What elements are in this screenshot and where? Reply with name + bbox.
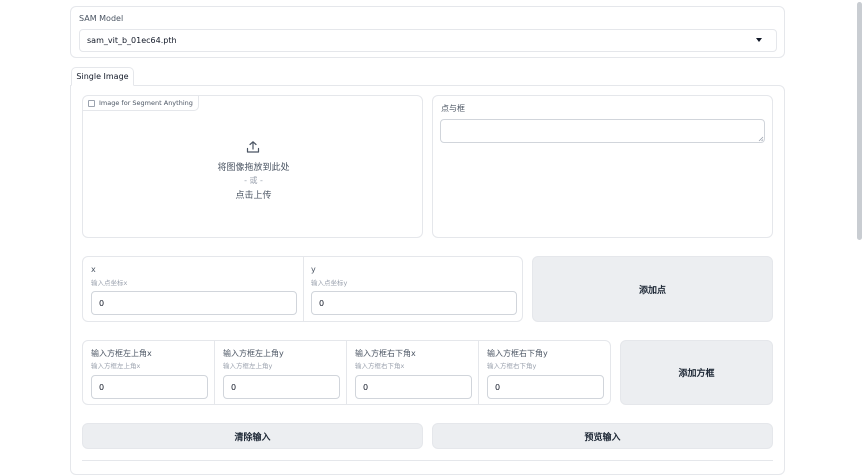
box-top-left-y-hint: 输入方框左上角y — [223, 362, 273, 370]
model-dropdown[interactable]: sam_vit_b_01ec64.pth — [79, 29, 777, 52]
box-top-left-y-input[interactable]: 0 — [223, 375, 340, 399]
box-bottom-right-x-label: 输入方框右下角x — [355, 349, 416, 358]
model-selected-value: sam_vit_b_01ec64.pth — [87, 36, 177, 45]
box-divider-1 — [214, 341, 215, 404]
resize-handle-icon[interactable] — [758, 136, 764, 142]
image-upload-area[interactable]: Image for Segment Anything 将图像拖放到此处 - 或 … — [82, 95, 423, 238]
model-panel: SAM Model sam_vit_b_01ec64.pth — [70, 6, 785, 58]
upload-click-text: 点击上传 — [235, 191, 272, 201]
box-top-left-x-hint: 输入方框左上角x — [91, 362, 141, 370]
chevron-down-icon[interactable] — [756, 38, 762, 42]
upload-or-text: - 或 - — [244, 176, 263, 185]
box-divider-3 — [478, 341, 479, 404]
preview-input-button[interactable]: 预览输入 — [432, 423, 773, 449]
point-x-hint: 输入点坐标x — [91, 279, 128, 287]
point-divider — [303, 257, 304, 321]
points-boxes-label: 点与框 — [441, 104, 465, 113]
point-inputs-block: x 输入点坐标x 0 y 输入点坐标y 0 — [82, 256, 523, 322]
point-y-input[interactable]: 0 — [311, 291, 517, 315]
upload-drop-text: 将图像拖放到此处 — [217, 163, 290, 173]
point-y-label: y — [311, 265, 316, 274]
box-top-left-y-label: 输入方框左上角y — [223, 349, 284, 358]
model-label: SAM Model — [79, 14, 124, 23]
box-bottom-right-x-input[interactable]: 0 — [355, 375, 472, 399]
clear-input-button[interactable]: 清除输入 — [82, 423, 423, 449]
box-inputs-block: 输入方框左上角x 输入方框左上角x 0 输入方框左上角y 输入方框左上角y 0 … — [82, 340, 611, 405]
image-icon — [88, 99, 95, 107]
add-box-button[interactable]: 添加方框 — [620, 340, 773, 405]
next-block-edge — [82, 460, 773, 470]
box-top-left-x-label: 输入方框左上角x — [91, 349, 152, 358]
box-top-left-x-input[interactable]: 0 — [91, 375, 208, 399]
upload-icon — [246, 141, 260, 153]
box-bottom-right-y-input[interactable]: 0 — [487, 375, 604, 399]
points-boxes-block: 点与框 — [432, 95, 773, 238]
box-bottom-right-x-hint: 输入方框右下角x — [355, 362, 405, 370]
add-point-button[interactable]: 添加点 — [532, 256, 773, 322]
points-boxes-textarea[interactable] — [440, 119, 765, 143]
box-bottom-right-y-label: 输入方框右下角y — [487, 349, 548, 358]
point-y-hint: 输入点坐标y — [311, 279, 348, 287]
box-bottom-right-y-hint: 输入方框右下角y — [487, 362, 537, 370]
box-divider-2 — [346, 341, 347, 404]
image-upload-badge-text: Image for Segment Anything — [99, 99, 193, 107]
point-x-input[interactable]: 0 — [91, 291, 297, 315]
image-upload-badge: Image for Segment Anything — [83, 96, 199, 111]
tab-single-image-label: Single Image — [76, 72, 129, 81]
tab-single-image[interactable]: Single Image — [71, 67, 134, 86]
scrollbar-thumb[interactable] — [857, 2, 862, 240]
point-x-label: x — [91, 265, 96, 274]
